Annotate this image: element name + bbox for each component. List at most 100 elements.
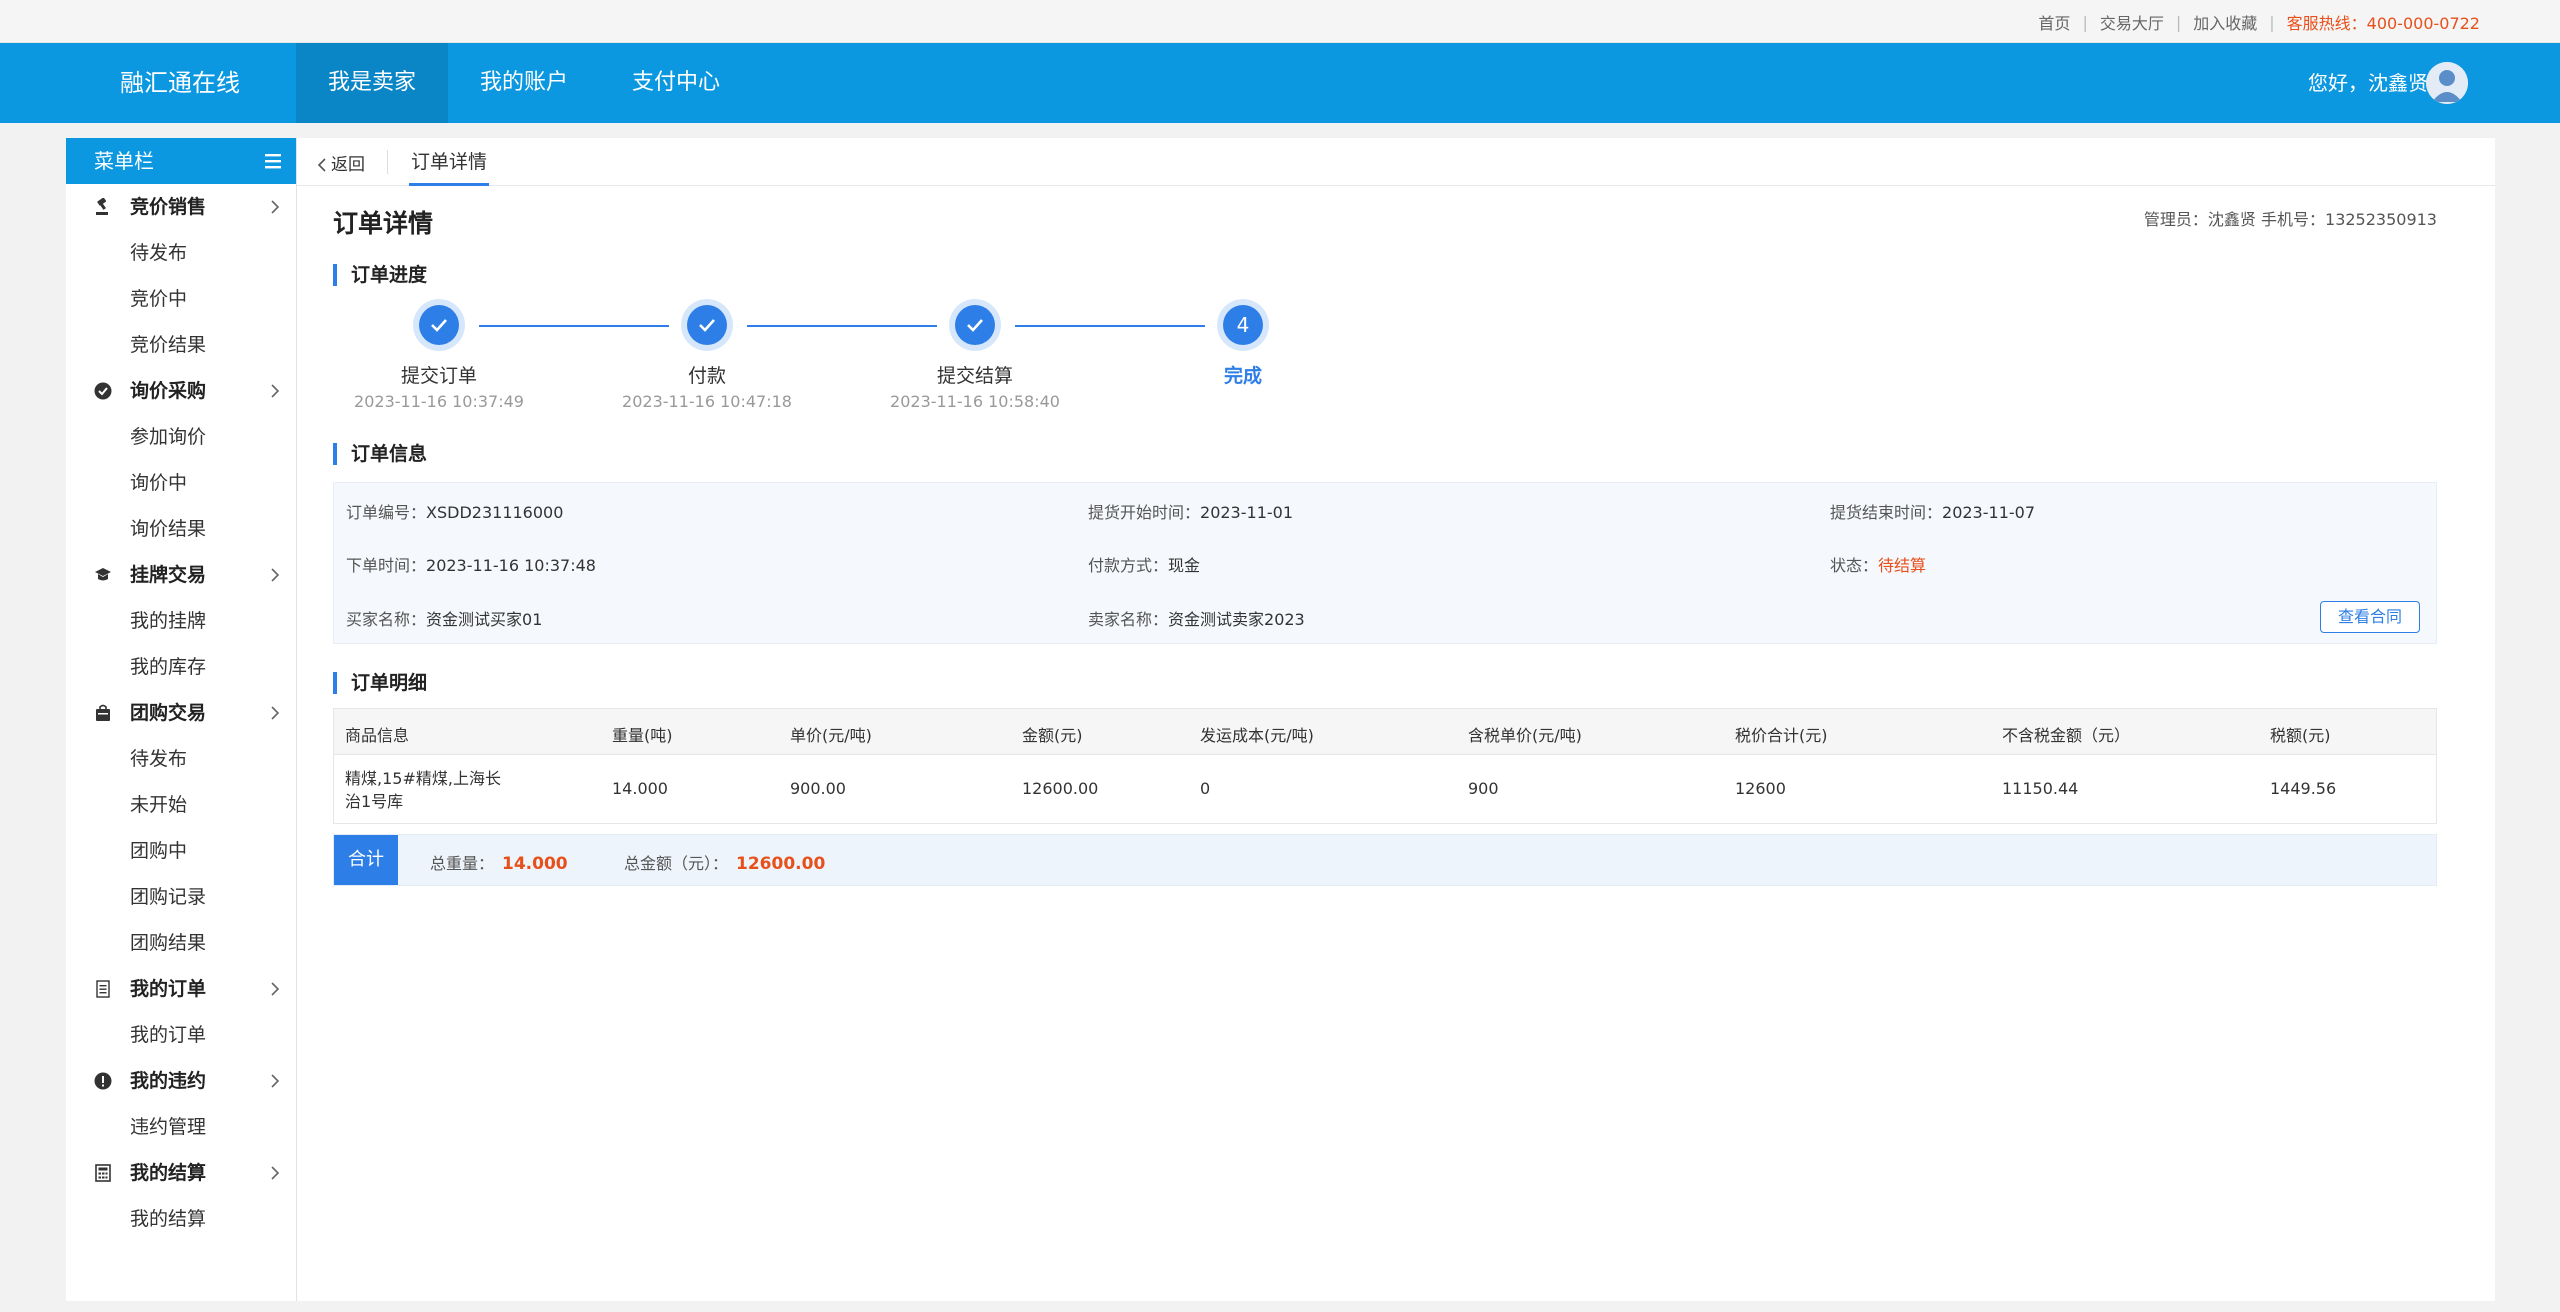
field-value: 2023-11-01 [1200,503,1293,522]
top-utility-bar: 首页 | 交易大厅 | 加入收藏 | 客服热线：400-000-0722 [0,0,2560,43]
chevron-right-icon [271,1074,280,1088]
hamburger-menu-icon[interactable] [264,152,282,170]
column-header: 金额(元) [1022,726,1083,745]
back-button[interactable]: 返回 [317,150,365,175]
sidebar-header: 菜单栏 [66,138,296,184]
sidebar-group-listing-trade[interactable]: 挂牌交易 [66,552,296,598]
sidebar-group-my-settlement[interactable]: 我的结算 [66,1150,296,1196]
column-header: 不含税金额（元） [2002,726,2131,745]
table-cell: 11150.44 [2002,779,2079,798]
sidebar-group-inquiry-purchase[interactable]: 询价采购 [66,368,296,414]
sidebar-item-inquiry-results[interactable]: 询价结果 [66,506,296,552]
checkmark-icon [699,319,715,332]
hotline-text: 客服热线：400-000-0722 [2286,14,2480,33]
table-cell: 0 [1200,779,1211,798]
buyer-field: 买家名称：资金测试买家01 [346,606,542,630]
sidebar-item-inquiring[interactable]: 询价中 [66,460,296,506]
field-label: 提货结束时间： [1830,503,1943,522]
avatar[interactable] [2426,62,2468,104]
sidebar-item-group-ongoing[interactable]: 团购中 [66,828,296,874]
sidebar-group-label: 团购交易 [130,702,207,724]
total-weight: 总重量： 14.000 [430,850,568,874]
sidebar-group-my-orders[interactable]: 我的订单 [66,966,296,1012]
calculator-icon [95,1164,111,1182]
sidebar-item-my-listings[interactable]: 我的挂牌 [66,598,296,644]
checkmark-icon [967,319,983,332]
sidebar-group-bidding-sales[interactable]: 竞价销售 [66,184,296,230]
section-title-progress: 订单进度 [333,264,427,286]
order-number-field: 订单编号：XSDD231116000 [346,499,563,523]
divider [387,150,388,174]
graduation-cap-icon [95,568,111,581]
sidebar-item-group-results[interactable]: 团购结果 [66,920,296,966]
seller-field: 卖家名称：资金测试卖家2023 [1088,606,1305,630]
field-value: 资金测试买家01 [426,610,543,629]
sidebar-item-my-order[interactable]: 我的订单 [66,1012,296,1058]
section-title-order-detail: 订单明细 [333,672,427,694]
sidebar-item-my-settlement[interactable]: 我的结算 [66,1196,296,1242]
progress-step: 付款 2023-11-16 10:47:18 [597,299,817,411]
user-greeting: 您好，沈鑫贤 [2308,71,2428,95]
sidebar-group-label: 挂牌交易 [130,564,207,586]
sidebar-group-my-defaults[interactable]: 我的违约 [66,1058,296,1104]
step-label: 付款 [687,365,726,387]
chevron-right-icon [271,1166,280,1180]
step-circle: 4 [1217,299,1269,351]
sidebar-item-group-pending[interactable]: 待发布 [66,736,296,782]
add-favorite-link[interactable]: 加入收藏 [2193,10,2257,34]
table-cell: 12600 [1735,779,1786,798]
step-number: 4 [1223,305,1263,345]
column-header: 含税单价(元/吨) [1468,726,1582,745]
field-value: 2023-11-16 10:37:48 [426,556,596,575]
chevron-right-icon [271,706,280,720]
sidebar-item-group-not-started[interactable]: 未开始 [66,782,296,828]
main-content: 返回 订单详情 订单详情 管理员：沈鑫贤 手机号：13252350913 订单进… [297,138,2495,1301]
step-indicator [419,305,459,345]
field-label: 买家名称： [346,610,427,629]
page-title: 订单详情 [333,209,434,238]
checkmark-icon [431,319,447,332]
sidebar-item-join-inquiry[interactable]: 参加询价 [66,414,296,460]
field-value: 资金测试卖家2023 [1168,610,1305,629]
sidebar-group-label: 我的结算 [130,1162,207,1184]
site-logo[interactable]: 融汇通在线 [120,43,240,123]
field-value: 现金 [1168,556,1201,575]
field-value: XSDD231116000 [426,503,564,522]
sidebar-item-my-inventory[interactable]: 我的库存 [66,644,296,690]
main-nav: 我是卖家 我的账户 支付中心 [296,43,752,123]
step-circle [413,299,465,351]
sidebar-menu: 菜单栏 竞价销售 待发布 竞价中 竞价结果 询价采购 参加询价 询价中 询价结果 [66,138,296,1301]
status-badge: 待结算 [1878,556,1927,575]
chevron-right-icon [271,982,280,996]
trading-hall-link[interactable]: 交易大厅 [2100,10,2164,34]
pickup-end-field: 提货结束时间：2023-11-07 [1830,499,2035,523]
tab-order-detail[interactable]: 订单详情 [409,146,490,186]
pickup-start-field: 提货开始时间：2023-11-01 [1088,499,1293,523]
progress-step: 提交结算 2023-11-16 10:58:40 [865,299,1085,411]
column-header: 税价合计(元) [1735,726,1828,745]
home-link[interactable]: 首页 [2038,10,2070,34]
step-label: 完成 [1223,365,1262,387]
total-amount: 总金额（元）： 12600.00 [624,850,825,874]
sidebar-title: 菜单栏 [94,149,154,173]
nav-account[interactable]: 我的账户 [448,43,600,123]
nav-payment-center[interactable]: 支付中心 [600,43,752,123]
user-avatar-icon [2426,62,2468,104]
sidebar-group-group-buy[interactable]: 团购交易 [66,690,296,736]
nav-seller[interactable]: 我是卖家 [296,43,449,123]
sidebar-item-default-management[interactable]: 违约管理 [66,1104,296,1150]
view-contract-button[interactable]: 查看合同 [2320,601,2420,633]
step-time: 2023-11-16 10:47:18 [622,392,792,411]
table-header: 商品信息 重量(吨) 单价(元/吨) 金额(元) 发运成本(元/吨) 含税单价(… [334,709,2436,755]
chevron-right-icon [271,568,280,582]
sidebar-item-bid-results[interactable]: 竞价结果 [66,322,296,368]
gavel-icon [96,198,108,215]
column-header: 重量(吨) [612,726,673,745]
step-circle [681,299,733,351]
sidebar-item-bid-pending[interactable]: 待发布 [66,230,296,276]
status-field: 状态：待结算 [1830,552,1926,576]
top-links: 首页 | 交易大厅 | 加入收藏 | 客服热线：400-000-0722 [2038,10,2480,34]
field-label: 付款方式： [1088,556,1169,575]
sidebar-item-bidding[interactable]: 竞价中 [66,276,296,322]
sidebar-item-group-records[interactable]: 团购记录 [66,874,296,920]
